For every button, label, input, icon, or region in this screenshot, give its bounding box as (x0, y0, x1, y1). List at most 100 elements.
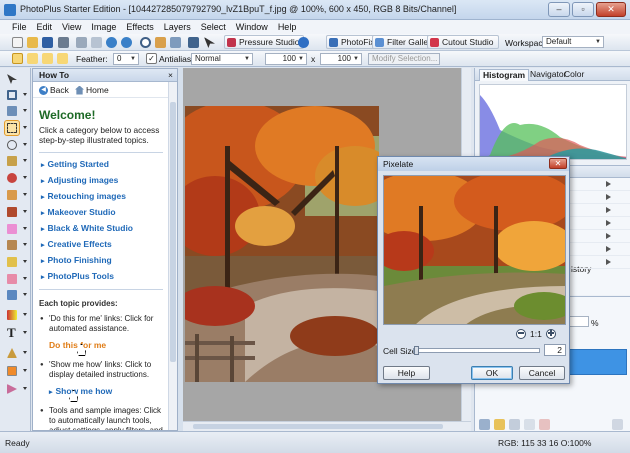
lasso-tool[interactable] (5, 138, 27, 152)
red-eye-tool[interactable] (5, 171, 27, 185)
tab-color[interactable]: Color (561, 69, 587, 81)
print-icon[interactable] (58, 37, 69, 48)
howto-close-icon[interactable]: × (168, 69, 173, 82)
gradient-tool[interactable] (5, 308, 27, 322)
feather-input[interactable]: 0 ▼ (113, 53, 139, 65)
new-selection-icon[interactable] (12, 53, 23, 64)
fill-tool[interactable] (5, 288, 27, 302)
text-tool[interactable]: T (5, 325, 27, 340)
help-icon[interactable] (298, 37, 309, 48)
fx-icon[interactable] (539, 419, 550, 430)
blend-mode-select[interactable]: Normal ▼ (191, 53, 253, 65)
cancel-button[interactable]: Cancel (519, 366, 565, 380)
marquee-icon (7, 123, 17, 133)
scroll-thumb[interactable] (170, 102, 176, 362)
picker-icon[interactable] (170, 37, 181, 48)
ok-button[interactable]: OK (471, 366, 513, 380)
category-black-white-studio[interactable]: Black & White Studio (39, 221, 163, 237)
tip-show-me: 'Show me how' links: Click to display de… (39, 360, 163, 380)
intersect-selection-icon[interactable] (57, 53, 68, 64)
move-tool-icon[interactable] (204, 37, 215, 48)
open-folder-icon[interactable] (27, 37, 38, 48)
magic-wand-tool[interactable] (5, 154, 27, 168)
canvas-image[interactable] (185, 106, 379, 382)
menu-edit[interactable]: Edit (37, 22, 53, 32)
crop-icon[interactable] (188, 37, 199, 48)
new-layer-icon[interactable] (479, 419, 490, 430)
menu-help[interactable]: Help (278, 22, 297, 32)
menu-window[interactable]: Window (236, 22, 268, 32)
brush-tool[interactable] (5, 205, 27, 219)
dialog-close-icon[interactable]: ✕ (549, 158, 567, 169)
smudge-tool[interactable] (5, 222, 27, 236)
cell-size-input[interactable]: 2 (544, 344, 566, 356)
preview-image (384, 176, 565, 324)
cut-icon[interactable] (76, 37, 87, 48)
hand-icon[interactable] (155, 37, 166, 48)
subtract-selection-icon[interactable] (42, 53, 53, 64)
height-input[interactable]: 100 ▼ (320, 53, 362, 65)
move-tool[interactable] (5, 72, 19, 86)
howto-scrollbar[interactable] (168, 82, 177, 430)
menu-select[interactable]: Select (201, 22, 226, 32)
shape-tool[interactable] (5, 346, 27, 360)
cutout-studio-button[interactable]: Cutout Studio (427, 35, 499, 49)
category-adjusting-images[interactable]: Adjusting images (39, 173, 163, 189)
category-makeover-studio[interactable]: Makeover Studio (39, 205, 163, 221)
mask-icon[interactable] (509, 419, 520, 430)
category-photoplus-tools[interactable]: PhotoPlus Tools (39, 269, 163, 285)
show-me-how-link[interactable]: Show me how (49, 386, 113, 396)
eraser-tool[interactable] (5, 272, 27, 286)
close-button[interactable]: ✕ (596, 2, 626, 17)
pixelate-preview[interactable] (383, 175, 566, 325)
trash-icon[interactable] (612, 419, 623, 430)
zoom-in-icon[interactable] (545, 329, 556, 339)
category-creative-effects[interactable]: Creative Effects (39, 237, 163, 253)
menu-image[interactable]: Image (91, 22, 116, 32)
tab-histogram[interactable]: Histogram (479, 69, 530, 81)
pen-icon (7, 384, 17, 394)
workspace-select[interactable]: Default ▼ (542, 36, 604, 48)
width-input[interactable]: 100 ▼ (265, 53, 307, 65)
redo-icon[interactable] (121, 37, 132, 48)
category-photo-finishing[interactable]: Photo Finishing (39, 253, 163, 269)
scroll-thumb[interactable] (193, 424, 443, 429)
maximize-button[interactable]: ▫ (572, 2, 594, 17)
color-swatch-tool[interactable] (5, 364, 27, 378)
rectangle-selection-tool[interactable] (4, 120, 27, 136)
add-selection-icon[interactable] (27, 53, 38, 64)
back-button[interactable]: ◀ Back (39, 85, 69, 95)
slider-knob[interactable] (414, 346, 419, 355)
antialias-checkbox[interactable]: ✓ (146, 53, 157, 64)
straighten-tool[interactable] (5, 104, 27, 118)
folder-icon[interactable] (494, 419, 505, 430)
menu-view[interactable]: View (62, 22, 81, 32)
tools-toolbar: T (0, 68, 31, 431)
menu-layers[interactable]: Layers (164, 22, 191, 32)
play-icon (606, 220, 611, 226)
category-getting-started[interactable]: Getting Started (39, 157, 163, 173)
help-button[interactable]: Help (383, 366, 430, 380)
modify-selection-button[interactable]: Modify Selection... (368, 53, 440, 65)
undo-icon[interactable] (106, 37, 117, 48)
pressure-studio-button[interactable]: Pressure Studio (224, 35, 305, 49)
cell-size-slider[interactable] (413, 346, 540, 355)
canvas-horizontal-scrollbar[interactable] (183, 421, 471, 431)
crop-tool[interactable] (5, 88, 27, 102)
adjust-icon[interactable] (524, 419, 535, 430)
home-button[interactable]: Home (75, 85, 109, 95)
menu-effects[interactable]: Effects (126, 22, 153, 32)
copy-icon[interactable] (91, 37, 102, 48)
menu-file[interactable]: File (12, 22, 27, 32)
pen-tool[interactable] (5, 382, 27, 396)
save-icon[interactable] (42, 37, 53, 48)
clone-tool[interactable] (5, 188, 27, 202)
zoom-icon[interactable] (140, 37, 151, 48)
play-icon (606, 233, 611, 239)
category-retouching-images[interactable]: Retouching images (39, 189, 163, 205)
minimize-button[interactable]: – (548, 2, 570, 17)
dodge-tool[interactable] (5, 238, 27, 252)
new-file-icon[interactable] (12, 37, 23, 48)
sponge-tool[interactable] (5, 255, 27, 269)
zoom-out-icon[interactable] (516, 329, 526, 339)
